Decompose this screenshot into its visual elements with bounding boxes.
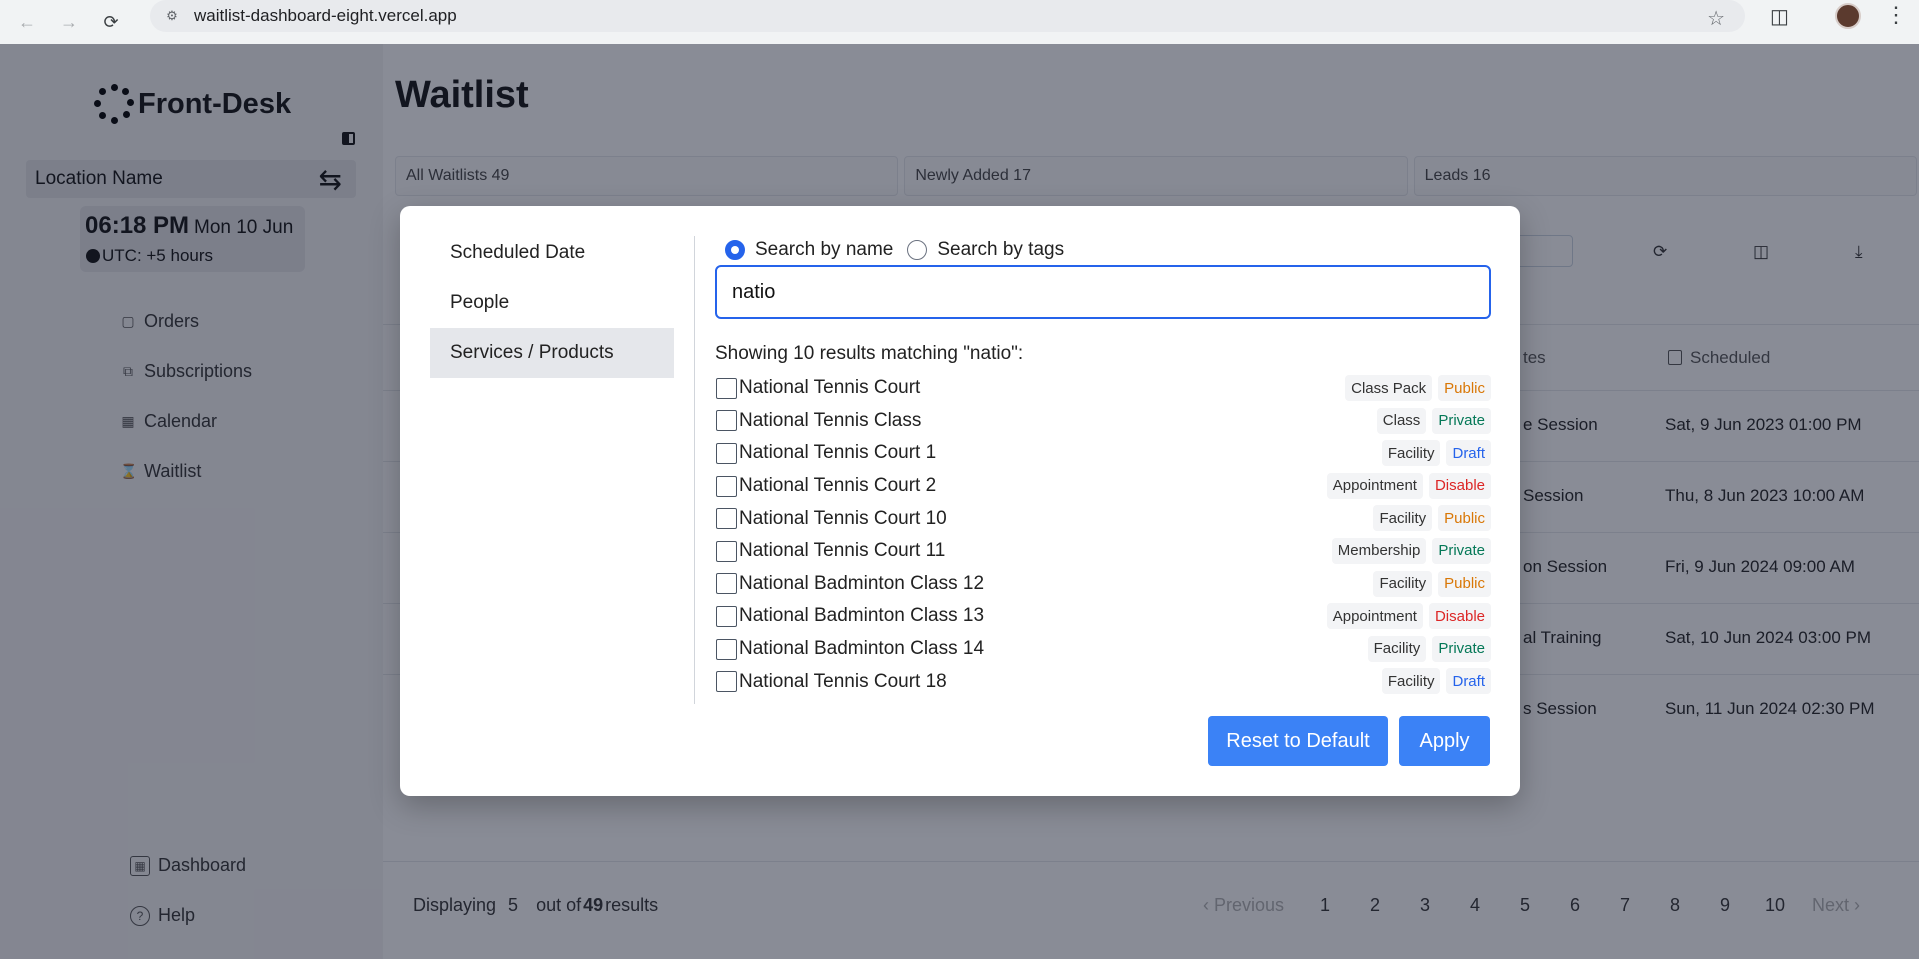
type-badge: Facility [1367, 635, 1427, 662]
apply-button[interactable]: Apply [1399, 716, 1490, 766]
list-item[interactable]: National Tennis Class Class Private [716, 405, 1491, 438]
status-badge: Private [1432, 407, 1491, 434]
result-checkbox[interactable] [716, 605, 737, 627]
status-badge: Public [1438, 570, 1491, 597]
url-text: waitlist-dashboard-eight.vercel.app [194, 6, 457, 25]
profile-avatar[interactable] [1835, 3, 1861, 29]
filter-category-nav: Scheduled Date People Services / Product… [430, 228, 674, 378]
type-badge: Appointment [1326, 603, 1423, 630]
results-count-label: Showing 10 results matching "natio": [715, 343, 1024, 364]
result-name: National Badminton Class 14 [739, 638, 985, 660]
type-badge: Facility [1373, 570, 1433, 597]
search-by-tags-label[interactable]: Search by tags [937, 239, 1064, 261]
result-checkbox[interactable] [716, 508, 737, 530]
search-mode-radios: Search by name Search by tags [725, 239, 1078, 261]
result-checkbox[interactable] [716, 442, 737, 464]
service-search-input[interactable] [715, 265, 1491, 319]
search-by-name-radio[interactable] [725, 240, 745, 260]
filter-nav-scheduled-date[interactable]: Scheduled Date [430, 228, 674, 278]
result-name: National Tennis Court 1 [739, 442, 937, 464]
bookmark-star-icon[interactable]: ☆ [1707, 6, 1725, 31]
browser-menu-icon[interactable]: ⋮ [1885, 2, 1907, 28]
back-icon[interactable]: ← [12, 7, 42, 37]
extensions-icon[interactable]: ◫ [1770, 4, 1789, 29]
type-badge: Membership [1331, 537, 1427, 564]
list-item[interactable]: National Badminton Class 12 Facility Publ… [716, 568, 1491, 601]
list-item[interactable]: National Badminton Class 14 Facility Priv… [716, 633, 1491, 666]
type-badge: Facility [1381, 440, 1441, 467]
list-item[interactable]: National Tennis Court 1 Facility Draft [716, 437, 1491, 470]
status-badge: Public [1438, 505, 1491, 532]
modal-divider [694, 236, 695, 704]
result-checkbox[interactable] [716, 573, 737, 595]
site-settings-icon[interactable]: ⚙ [164, 8, 180, 24]
browser-toolbar: ← → ⟳ ⚙ waitlist-dashboard-eight.vercel.… [0, 0, 1919, 44]
type-badge: Facility [1373, 505, 1433, 532]
result-name: National Tennis Court 11 [739, 540, 946, 562]
result-name: National Tennis Court 2 [739, 475, 937, 497]
filter-nav-services-products[interactable]: Services / Products [430, 328, 674, 378]
status-badge: Private [1432, 635, 1491, 662]
result-checkbox[interactable] [716, 638, 737, 660]
result-name: National Tennis Class [739, 409, 922, 431]
status-badge: Draft [1446, 668, 1491, 695]
list-item[interactable]: National Tennis Court Class Pack Public [716, 372, 1491, 405]
result-checkbox[interactable] [716, 671, 737, 693]
list-item[interactable]: National Tennis Court 11 Membership Priva… [716, 535, 1491, 568]
status-badge: Private [1432, 537, 1491, 564]
status-badge: Disable [1428, 603, 1491, 630]
forward-icon[interactable]: → [54, 7, 84, 37]
search-by-name-label[interactable]: Search by name [755, 239, 893, 261]
type-badge: Class Pack [1345, 375, 1433, 401]
result-name: National Tennis Court 10 [739, 507, 947, 529]
filter-modal: Scheduled Date People Services / Product… [400, 206, 1520, 796]
type-badge: Class [1376, 407, 1427, 434]
result-checkbox[interactable] [716, 540, 737, 562]
reset-to-default-button[interactable]: Reset to Default [1208, 716, 1388, 766]
list-item[interactable]: National Tennis Court 2 Appointment Disab… [716, 470, 1491, 503]
list-item[interactable]: National Badminton Class 13 Appointment D… [716, 600, 1491, 633]
list-item[interactable]: National Tennis Court 18 Facility Draft [716, 665, 1491, 698]
status-badge: Disable [1428, 472, 1491, 499]
type-badge: Facility [1381, 668, 1441, 695]
status-badge: Public [1438, 375, 1491, 401]
results-list: National Tennis Court Class Pack Public N… [716, 372, 1491, 698]
list-item[interactable]: National Tennis Court 10 Facility Public [716, 502, 1491, 535]
result-name: National Tennis Court 18 [739, 670, 947, 692]
search-by-tags-radio[interactable] [907, 240, 928, 260]
status-badge: Draft [1446, 440, 1491, 467]
result-checkbox[interactable] [716, 410, 737, 432]
type-badge: Appointment [1326, 472, 1423, 499]
reload-icon[interactable]: ⟳ [96, 7, 126, 37]
result-checkbox[interactable] [716, 475, 737, 497]
result-checkbox[interactable] [716, 377, 737, 399]
result-name: National Tennis Court [739, 377, 921, 399]
address-bar[interactable]: ⚙ waitlist-dashboard-eight.vercel.app ☆ [150, 0, 1745, 32]
result-name: National Badminton Class 12 [739, 572, 985, 594]
result-name: National Badminton Class 13 [739, 605, 985, 627]
filter-nav-people[interactable]: People [430, 278, 674, 328]
